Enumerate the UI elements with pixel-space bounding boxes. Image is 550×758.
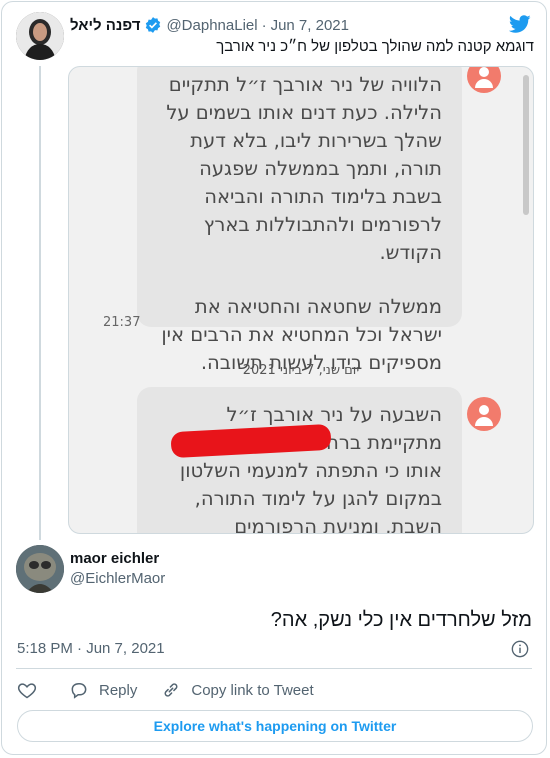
date-separator: יום שני, 7 ביוני 2021 xyxy=(242,363,360,378)
twitter-bird-icon[interactable] xyxy=(508,13,532,35)
tweet-timestamp[interactable]: 5:18 PM · Jun 7, 2021 xyxy=(17,640,165,657)
message-text: השבעה על ניר אורבך ז״ל מתקיימת ברחוב א ב… xyxy=(179,403,442,534)
reply-icon xyxy=(71,683,87,699)
quoted-date[interactable]: Jun 7, 2021 xyxy=(271,17,349,34)
message-bubble: הלוויה של ניר אורבך ז״ל תתקיים הלילה. כע… xyxy=(137,67,462,374)
thread-line xyxy=(39,66,41,540)
action-bar: Reply Copy link to Tweet xyxy=(17,680,338,700)
heart-icon xyxy=(17,683,37,699)
quoted-name[interactable]: דפנה ליאל xyxy=(70,17,140,34)
contact-avatar-icon xyxy=(467,397,501,431)
scrollbar[interactable] xyxy=(523,75,529,215)
message-text: הלוויה של ניר אורבך ז״ל תתקיים הלילה. כע… xyxy=(166,73,442,264)
dot-separator: · xyxy=(261,16,267,34)
message-bubble: השבעה על ניר אורבך ז״ל מתקיימת ברחוב א ב… xyxy=(137,387,462,534)
quoted-text: דוגמא קטנה למה שהולך בטלפון של ח״כ ניר א… xyxy=(216,38,534,55)
author-handle[interactable]: @EichlerMaor xyxy=(70,570,165,587)
message-time: 21:37 xyxy=(103,315,141,330)
reply-button[interactable]: Reply xyxy=(69,680,137,700)
like-button[interactable] xyxy=(17,680,37,700)
quoted-header: דפנה ליאל @DaphnaLiel · Jun 7, 2021 xyxy=(70,16,349,34)
screenshot-media[interactable]: הלוויה של ניר אורבך ז״ל תתקיים הלילה. כע… xyxy=(68,66,534,534)
info-icon[interactable] xyxy=(511,640,529,658)
quoted-avatar[interactable] xyxy=(16,12,64,60)
author-avatar[interactable] xyxy=(16,545,64,593)
author-name[interactable]: maor eichler xyxy=(70,550,165,567)
copy-link-label: Copy link to Tweet xyxy=(191,681,314,699)
explore-button[interactable]: Explore what's happening on Twitter xyxy=(17,710,533,742)
contact-avatar-icon xyxy=(467,67,501,93)
quoted-handle[interactable]: @DaphnaLiel xyxy=(166,17,257,34)
link-icon xyxy=(164,683,178,697)
divider xyxy=(16,668,532,669)
verified-badge-icon xyxy=(146,17,161,33)
reply-label: Reply xyxy=(99,681,138,699)
copy-link-button[interactable]: Copy link to Tweet xyxy=(161,680,314,700)
author-header: maor eichler @EichlerMaor xyxy=(70,550,165,587)
tweet-text: מזל שלחרדים אין כלי נשק, אה? xyxy=(270,609,532,631)
